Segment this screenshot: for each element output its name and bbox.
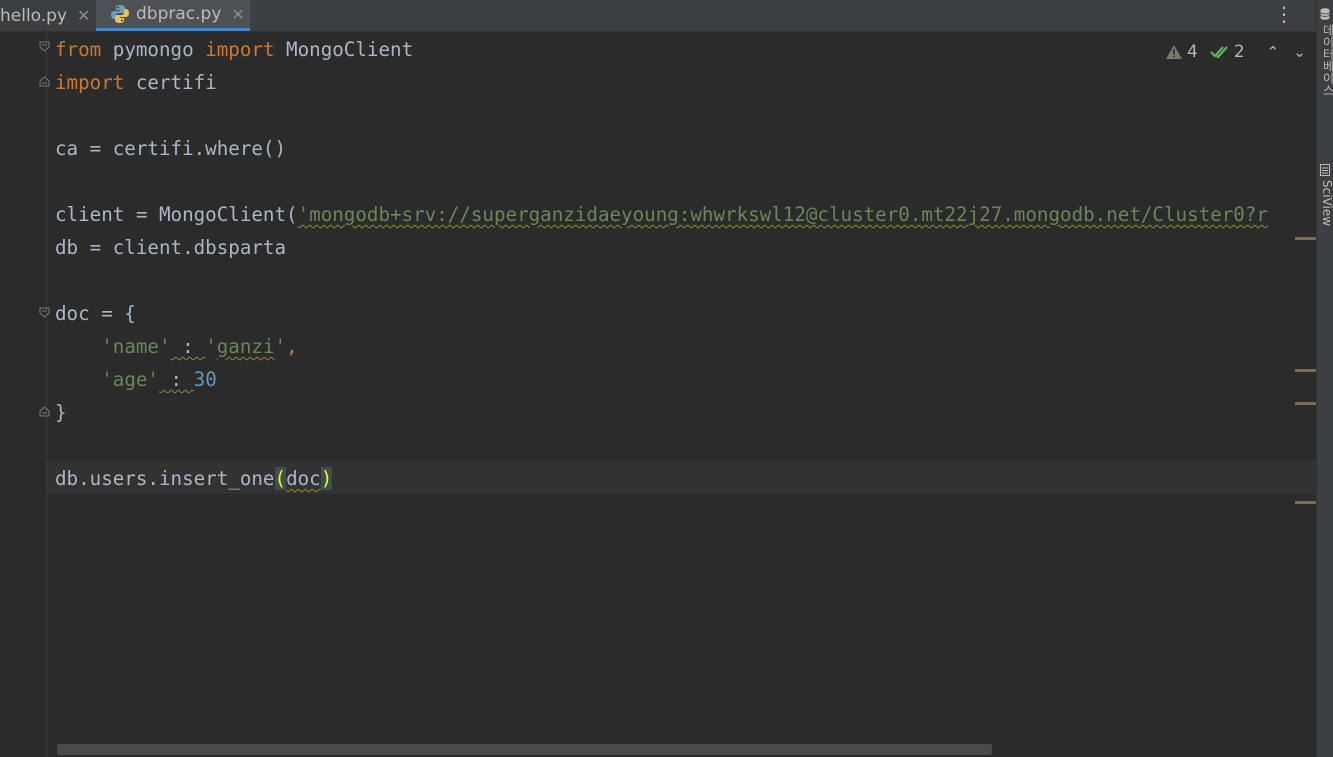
tab-label: hello.py — [0, 5, 68, 26]
matched-paren: ( — [274, 467, 287, 490]
code-line-1: from pymongo import MongoClient — [55, 33, 413, 66]
code-line-2: import certifi — [55, 66, 217, 99]
database-tool-button[interactable]: 데이터베이스 — [1320, 24, 1333, 96]
sciview-tool-button[interactable]: SciView — [1320, 180, 1333, 226]
code-text: db.users.insert_one — [55, 467, 275, 490]
code-line-4: ca = certifi.where() — [55, 137, 287, 160]
comma: , — [286, 335, 298, 358]
warnings-indicator[interactable]: 4 — [1165, 42, 1198, 62]
quote: ' — [274, 335, 287, 358]
import-name: MongoClient — [274, 38, 414, 61]
close-icon[interactable]: ✕ — [231, 5, 244, 24]
warning-stripe-marker[interactable] — [1295, 402, 1316, 405]
code-line-14: db.users.insert_one(doc) — [55, 462, 333, 495]
warning-stripe-marker[interactable] — [1295, 369, 1316, 372]
sciview-icon — [1320, 164, 1330, 176]
matched-paren: ) — [320, 467, 333, 490]
python-file-icon — [111, 5, 129, 23]
more-tabs-icon[interactable]: ⋮ — [1274, 4, 1294, 24]
warning-stripe-marker[interactable] — [1295, 237, 1316, 240]
code-editor[interactable]: from pymongo import MongoClient import c… — [47, 32, 1316, 757]
separator: : — [170, 335, 206, 358]
double-check-icon — [1210, 46, 1228, 59]
weak-warnings-indicator[interactable]: 2 — [1210, 42, 1245, 62]
tab-hello-py[interactable]: hello.py ✕ — [0, 0, 95, 31]
next-problem-icon[interactable]: ⌄ — [1293, 43, 1306, 61]
editor-tab-bar: hello.py ✕ dbprac.py ✕ ⋮ — [0, 0, 1316, 32]
tab-label: dbprac.py — [136, 4, 222, 24]
close-icon[interactable]: ✕ — [77, 6, 90, 25]
code-line-12: } — [55, 401, 67, 424]
right-tool-strip: 데이터베이스 SciView — [1316, 0, 1333, 757]
editor-gutter — [0, 32, 50, 757]
connection-string: 'mongodb+srv://superganzidaeyoung:whwrks… — [297, 203, 1268, 226]
import-name: certifi — [124, 71, 217, 94]
inspection-widget: 4 2 ⌃ ⌄ — [1165, 42, 1306, 62]
code-text: client = MongoClient( — [55, 203, 298, 226]
tab-dbprac-py[interactable]: dbprac.py ✕ — [96, 0, 250, 31]
number-literal: 30 — [193, 368, 217, 391]
keyword: import — [205, 38, 275, 61]
warnings-count: 4 — [1187, 42, 1198, 62]
keyword: from — [55, 38, 102, 61]
dict-value: ganzi — [216, 335, 275, 358]
quote: ' — [205, 335, 217, 358]
module-name: pymongo — [101, 38, 206, 61]
dict-key: 'age' — [101, 368, 159, 391]
previous-problem-icon[interactable]: ⌃ — [1267, 43, 1280, 61]
argument: doc — [286, 467, 321, 490]
code-line-9: doc = { — [55, 302, 136, 325]
database-icon — [1320, 8, 1330, 20]
warning-icon — [1166, 45, 1182, 59]
code-line-6: client = MongoClient('mongodb+srv://supe… — [55, 198, 1268, 231]
code-line-10: 'name' : 'ganzi', — [55, 330, 298, 363]
separator: : — [158, 368, 194, 391]
warning-stripe-marker[interactable] — [1295, 501, 1316, 504]
weak-warnings-count: 2 — [1233, 42, 1245, 62]
code-line-7: db = client.dbsparta — [55, 236, 287, 259]
dict-key: 'name' — [101, 335, 171, 358]
keyword: import — [55, 71, 125, 94]
horizontal-scrollbar-thumb[interactable] — [57, 744, 992, 755]
code-line-11: 'age' : 30 — [55, 363, 217, 396]
